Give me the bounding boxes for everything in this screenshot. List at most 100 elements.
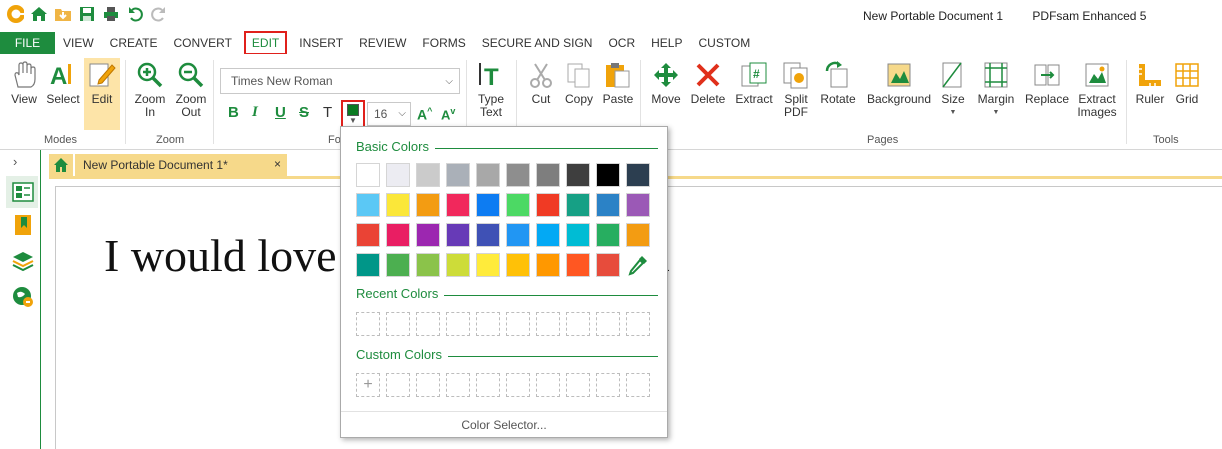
paste-button[interactable]: Paste <box>602 60 634 106</box>
color-swatch[interactable] <box>356 253 380 277</box>
zoom-out-button[interactable]: Zoom Out <box>174 60 208 119</box>
custom-color-slot[interactable] <box>476 373 500 397</box>
italic-button[interactable]: I <box>252 104 258 121</box>
color-swatch[interactable] <box>506 163 530 187</box>
underline-button[interactable]: U <box>275 104 286 121</box>
recent-color-slot[interactable] <box>536 312 560 336</box>
color-swatch[interactable] <box>566 253 590 277</box>
sidebar-item-links[interactable] <box>12 286 34 308</box>
cut-button[interactable]: Cut <box>526 60 556 106</box>
color-swatch[interactable] <box>596 193 620 217</box>
color-swatch[interactable] <box>356 193 380 217</box>
custom-color-slot[interactable] <box>506 373 530 397</box>
background-button[interactable]: Background <box>865 60 933 106</box>
tab-insert[interactable]: INSERT <box>291 32 351 54</box>
custom-color-slot[interactable] <box>566 373 590 397</box>
redo-icon[interactable] <box>150 5 168 23</box>
color-swatch[interactable] <box>416 163 440 187</box>
margin-button[interactable]: Margin ▼ <box>976 60 1016 119</box>
sidebar-item-bookmarks[interactable] <box>12 214 34 236</box>
color-swatch[interactable] <box>446 253 470 277</box>
tab-review[interactable]: REVIEW <box>351 32 414 54</box>
replace-button[interactable]: Replace <box>1025 60 1069 106</box>
color-swatch[interactable] <box>446 223 470 247</box>
recent-color-slot[interactable] <box>476 312 500 336</box>
font-color-button[interactable]: ▼ <box>341 100 365 128</box>
custom-color-slot[interactable] <box>596 373 620 397</box>
color-swatch[interactable] <box>536 223 560 247</box>
zoom-in-button[interactable]: Zoom In <box>133 60 167 119</box>
color-selector-button[interactable]: Color Selector... <box>341 411 667 437</box>
grow-font-button[interactable]: A^ <box>417 106 432 123</box>
sidebar-item-layers[interactable] <box>12 250 34 272</box>
tab-ocr[interactable]: OCR <box>600 32 643 54</box>
color-swatch[interactable] <box>446 163 470 187</box>
color-swatch[interactable] <box>566 163 590 187</box>
close-icon[interactable]: × <box>274 157 281 171</box>
color-swatch[interactable] <box>386 223 410 247</box>
open-folder-icon[interactable] <box>54 5 72 23</box>
custom-color-slot[interactable] <box>536 373 560 397</box>
copy-button[interactable]: Copy <box>564 60 594 106</box>
color-swatch[interactable] <box>536 193 560 217</box>
split-pdf-button[interactable]: Split PDF <box>780 60 812 119</box>
grid-button[interactable]: Grid <box>1172 60 1202 106</box>
color-swatch[interactable] <box>566 193 590 217</box>
extract-button[interactable]: # Extract <box>735 60 773 106</box>
color-swatch[interactable] <box>596 253 620 277</box>
color-swatch[interactable] <box>416 193 440 217</box>
document-tab[interactable]: New Portable Document 1* × <box>75 154 287 176</box>
tab-secure-and-sign[interactable]: SECURE AND SIGN <box>474 32 601 54</box>
color-swatch[interactable] <box>446 193 470 217</box>
color-swatch[interactable] <box>566 223 590 247</box>
recent-color-slot[interactable] <box>356 312 380 336</box>
add-custom-color-button[interactable]: + <box>356 373 380 397</box>
save-icon[interactable] <box>78 5 96 23</box>
bold-button[interactable]: B <box>228 104 239 121</box>
custom-color-slot[interactable] <box>386 373 410 397</box>
size-button[interactable]: Size ▼ <box>938 60 968 119</box>
sidebar-item-thumbnails[interactable] <box>12 181 34 203</box>
print-icon[interactable] <box>102 5 120 23</box>
select-mode-button[interactable]: A Select <box>46 60 80 106</box>
color-swatch[interactable] <box>356 223 380 247</box>
font-size-select[interactable]: 16 ⌵ <box>367 102 411 126</box>
recent-color-slot[interactable] <box>626 312 650 336</box>
color-swatch[interactable] <box>626 163 650 187</box>
color-swatch[interactable] <box>506 223 530 247</box>
tab-view[interactable]: VIEW <box>55 32 102 54</box>
delete-button[interactable]: Delete <box>690 60 726 106</box>
recent-color-slot[interactable] <box>446 312 470 336</box>
color-swatch[interactable] <box>386 163 410 187</box>
edit-mode-button[interactable]: Edit <box>86 60 118 106</box>
recent-color-slot[interactable] <box>386 312 410 336</box>
shrink-font-button[interactable]: Av <box>441 106 455 122</box>
color-swatch[interactable] <box>386 253 410 277</box>
tab-custom[interactable]: CUSTOM <box>690 32 758 54</box>
tab-help[interactable]: HELP <box>643 32 690 54</box>
color-swatch[interactable] <box>356 163 380 187</box>
recent-color-slot[interactable] <box>566 312 590 336</box>
expand-sidebar-icon[interactable]: › <box>13 154 17 169</box>
ruler-button[interactable]: Ruler <box>1134 60 1166 106</box>
color-swatch[interactable] <box>506 193 530 217</box>
custom-color-slot[interactable] <box>416 373 440 397</box>
color-swatch[interactable] <box>386 193 410 217</box>
color-swatch[interactable] <box>506 253 530 277</box>
color-swatch[interactable] <box>416 253 440 277</box>
tab-convert[interactable]: CONVERT <box>165 32 239 54</box>
color-swatch[interactable] <box>596 223 620 247</box>
color-swatch[interactable] <box>536 253 560 277</box>
color-swatch[interactable] <box>626 223 650 247</box>
tab-edit[interactable]: EDIT <box>243 31 288 55</box>
file-menu[interactable]: FILE <box>0 32 55 54</box>
color-swatch[interactable] <box>476 223 500 247</box>
font-family-select[interactable]: Times New Roman ⌵ <box>220 68 460 94</box>
tab-create[interactable]: CREATE <box>102 32 166 54</box>
move-button[interactable]: Move <box>650 60 682 106</box>
rotate-button[interactable]: Rotate <box>820 60 856 106</box>
color-swatch[interactable] <box>476 193 500 217</box>
recent-color-slot[interactable] <box>596 312 620 336</box>
app-logo-icon[interactable] <box>6 5 24 23</box>
color-swatch[interactable] <box>596 163 620 187</box>
